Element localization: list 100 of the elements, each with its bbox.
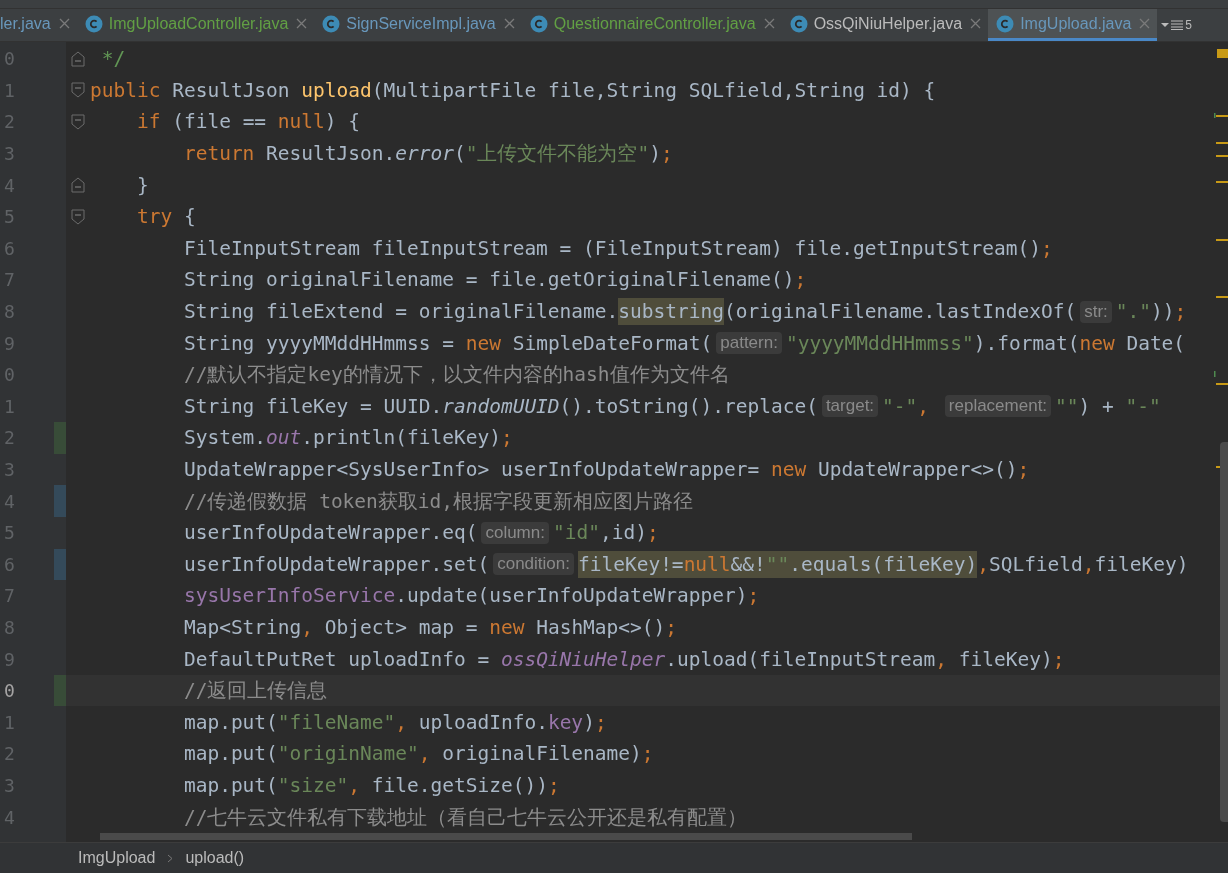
code-token: new [489,616,525,639]
code-token: ; [1174,300,1187,324]
code-token: SimpleDateFormat( [511,331,713,355]
editor-tab[interactable]: ImgUpload.java [988,9,1158,41]
editor-tab[interactable]: SignServiceImpl.java [314,9,522,41]
code-token: try [135,205,173,229]
change-marker[interactable] [54,548,66,581]
code-token: ; [547,773,560,797]
code-token: "-" [1125,394,1161,418]
code-token: ossQiNiuHelper [500,647,666,671]
code-token: fileKey!= [577,550,684,578]
fold-icon[interactable] [71,177,85,194]
code-token: if [135,110,161,134]
code-token: key [547,710,584,734]
code-token: sysUserInfoService [182,584,396,608]
change-marker[interactable] [54,485,66,517]
close-icon[interactable] [296,18,308,29]
code-token: (originalFilename.lastIndexOf( [724,300,1077,324]
code-token: */ [100,47,126,71]
code-token: Date( [1125,331,1186,355]
code-token: map.put( [182,710,278,734]
code-token: UpdateWrapper<SysUserInfo> userInfoUpdateWrapper= [182,458,761,481]
hidden-tab-count: 5 [1185,18,1192,32]
code-token: ) [583,710,595,734]
close-icon[interactable] [503,18,515,29]
code-token: (file == [171,110,268,134]
code-token: (MultipartFile file,String SQLfield,String id) { [371,78,936,102]
code-token: Object> map = [323,616,479,639]
code-token: ( [453,142,466,166]
close-icon[interactable] [58,18,70,29]
close-icon[interactable] [970,18,982,29]
code-token: , [301,616,314,639]
code-token: new [465,331,501,355]
code-token: HashMap<>() [535,616,666,639]
code-token: ; [641,742,654,766]
code-token: &&! [730,550,766,578]
code-token: //返回上传信息 [182,678,328,705]
code-token: System. [182,426,267,450]
change-marker[interactable] [54,674,66,707]
code-token: upload [301,78,372,102]
line-number: 0 [3,680,16,702]
parameter-hint: column: [481,521,549,544]
code-token: "-" [882,394,918,418]
code-token: ; [660,142,673,166]
code-token: "originName" [277,742,419,766]
code-token: , [418,742,431,766]
editor-tab[interactable]: OssQiNiuHelper.java [781,9,989,41]
code-token: ; [500,426,513,450]
close-icon[interactable] [763,18,775,29]
code-token: { [182,205,196,229]
code-token: String fileKey = UUID. [182,394,443,418]
close-icon[interactable] [1139,18,1151,29]
code-token: "" [765,550,790,578]
fold-icon[interactable] [71,114,85,130]
code-token: ) [649,142,661,166]
code-token: new [1079,331,1115,355]
code-token: ; [794,268,807,292]
fold-icon[interactable] [71,82,85,99]
code-token: new [770,458,807,481]
code-token: , [917,394,931,418]
code-token: uploadInfo. [417,710,548,734]
breadcrumb-item[interactable]: ImgUpload [78,849,156,867]
editor-tab[interactable]: ler.java [0,9,77,41]
code-token: Map<String [182,616,302,639]
editor-tab[interactable]: ImgUploadController.java [76,9,315,41]
code-token: "上传文件不能为空" [465,141,650,168]
code-token: String yyyyMMddHHmmss = [182,331,455,355]
code-token: SQLfield [988,552,1083,576]
parameter-hint: pattern: [716,332,782,355]
code-token: userInfoUpdateWrapper.eq( [182,521,478,545]
caret-icon[interactable] [1161,22,1170,28]
code-token: "yyyyMMddHHmmss" [785,331,974,355]
fold-icon[interactable] [71,50,85,67]
code-token: fileKey) [957,647,1053,671]
code-token: "id" [552,521,600,545]
code-token: ).format( [973,331,1080,355]
fold-icon[interactable] [71,208,85,225]
code-token: , [348,773,361,797]
code-token: .println(fileKey) [301,426,501,450]
code-token: //传递假数据 token获取id,根据字段更新相应图片路径 [182,488,694,515]
parameter-hint: replacement: [944,395,1052,418]
list-icon[interactable] [1171,20,1184,30]
code-token: ; [665,616,678,639]
code-token: ) { [324,110,361,134]
code-token: public [90,78,161,102]
code-token: return [182,142,255,166]
code-token: ,id) [599,521,647,545]
scrollbar-thumb[interactable] [1220,442,1228,822]
code-token: "" [1055,394,1079,418]
code-token: ResultJson. [265,142,396,166]
code-token: , [935,647,948,671]
scrollbar-thumb[interactable] [100,832,912,840]
code-token: , [1082,552,1095,576]
editor-tab[interactable]: QuestionnaireController.java [521,9,782,41]
code-token: ; [1052,647,1065,671]
change-marker[interactable] [54,422,66,454]
code-token: file.getSize()) [370,773,548,797]
breadcrumb-item[interactable]: upload() [185,849,245,867]
code-token: ; [1017,458,1030,481]
code-token: .update(userInfoUpdateWrapper) [395,584,748,608]
